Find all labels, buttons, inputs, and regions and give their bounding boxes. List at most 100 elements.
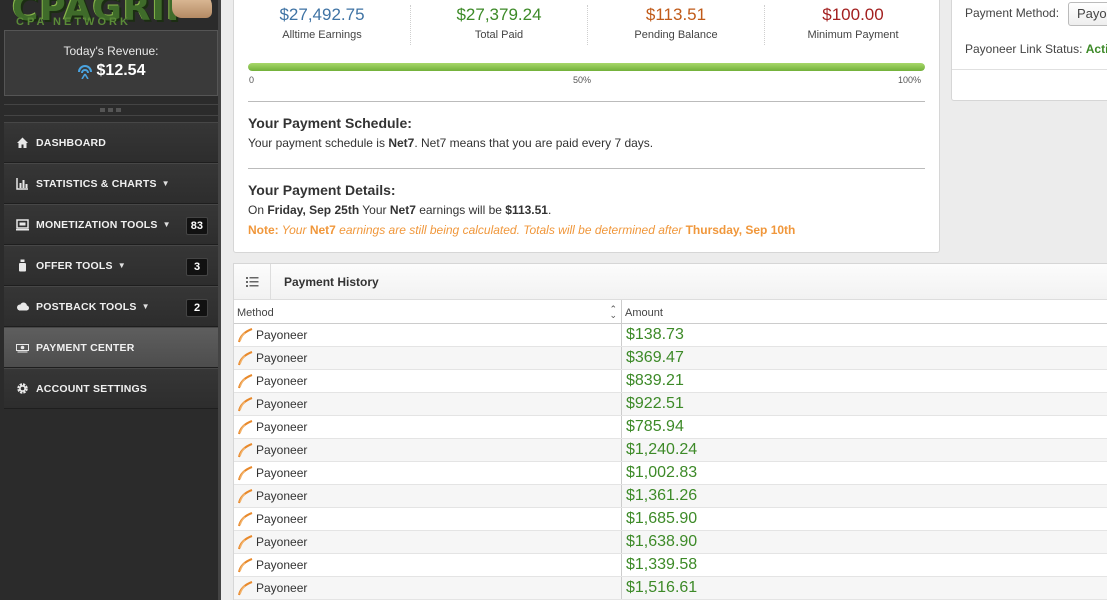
cell-amount: $1,339.58 bbox=[626, 556, 698, 573]
sidebar-resize-handle[interactable] bbox=[4, 104, 218, 116]
caret-down-icon: ▼ bbox=[117, 261, 126, 270]
payoneer-icon bbox=[238, 373, 253, 388]
column-header-method[interactable]: Method ⌃ ⌄ bbox=[234, 300, 622, 323]
table-header: Method ⌃ ⌄ Amount bbox=[234, 300, 1107, 324]
nav-item-statistics[interactable]: STATISTICS & CHARTS ▼ bbox=[4, 163, 218, 204]
table-row[interactable]: Payoneer $1,516.61 bbox=[234, 577, 1107, 600]
cell-method: Payoneer bbox=[234, 577, 622, 599]
cell-amount: $1,361.26 bbox=[626, 487, 698, 504]
logo[interactable]: CPAGRIP CPA NETWORK bbox=[4, 0, 216, 26]
panel-divider bbox=[952, 69, 1107, 70]
nav-item-account-settings[interactable]: ACCOUNT SETTINGS bbox=[4, 368, 218, 409]
table-row[interactable]: Payoneer $369.47 bbox=[234, 347, 1107, 370]
nav-label: POSTBACK TOOLS bbox=[36, 300, 137, 313]
list-icon bbox=[245, 277, 258, 287]
count-badge: 2 bbox=[186, 299, 208, 317]
payoneer-icon bbox=[238, 465, 253, 480]
table-row[interactable]: Payoneer $1,361.26 bbox=[234, 485, 1107, 508]
cell-amount: $138.73 bbox=[626, 326, 684, 343]
cell-method: Payoneer bbox=[234, 531, 622, 553]
nav-item-offer-tools[interactable]: OFFER TOOLS ▼ 3 bbox=[4, 245, 218, 286]
stat-value: $100.00 bbox=[822, 5, 884, 24]
progress-fill bbox=[248, 63, 925, 71]
payment-method-label: Payment Method: bbox=[965, 6, 1060, 20]
table-row[interactable]: Payoneer $1,002.83 bbox=[234, 462, 1107, 485]
method-name: Payoneer bbox=[256, 420, 308, 434]
payoneer-icon bbox=[238, 350, 253, 365]
stat-label: Total Paid bbox=[474, 29, 524, 41]
method-name: Payoneer bbox=[256, 558, 308, 572]
method-name: Payoneer bbox=[256, 374, 308, 388]
table-row[interactable]: Payoneer $1,339.58 bbox=[234, 554, 1107, 577]
nav-label: STATISTICS & CHARTS bbox=[36, 177, 157, 190]
schedule-net: Net7 bbox=[388, 136, 415, 150]
stat-alltime-earnings: $27,492.75 Alltime Earnings bbox=[234, 5, 411, 45]
cell-method: Payoneer bbox=[234, 439, 622, 461]
nav-item-monetization-tools[interactable]: MONETIZATION TOOLS ▼ 83 bbox=[4, 204, 218, 245]
grip-icon bbox=[100, 108, 121, 112]
section-divider bbox=[248, 168, 925, 169]
payment-schedule-title: Your Payment Schedule: bbox=[248, 115, 412, 131]
payoneer-icon bbox=[238, 419, 253, 434]
method-name: Payoneer bbox=[256, 397, 308, 411]
link-status-label: Payoneer Link Status: bbox=[965, 42, 1083, 56]
details-net: Net7 bbox=[389, 203, 416, 217]
table-row[interactable]: Payoneer $1,240.24 bbox=[234, 439, 1107, 462]
cell-amount: $369.47 bbox=[626, 349, 684, 366]
section-divider bbox=[248, 101, 925, 102]
method-name: Payoneer bbox=[256, 466, 308, 480]
nav-item-postback-tools[interactable]: POSTBACK TOOLS ▼ 2 bbox=[4, 286, 218, 327]
sidebar: CPAGRIP CPA NETWORK Today's Revenue: $12… bbox=[0, 0, 221, 600]
logo-hand-icon bbox=[172, 0, 212, 18]
nav-label: OFFER TOOLS bbox=[36, 259, 113, 272]
cell-amount: $839.21 bbox=[626, 372, 684, 389]
caret-down-icon: ▼ bbox=[162, 220, 171, 229]
revenue-box: Today's Revenue: $12.54 bbox=[4, 30, 218, 96]
stat-total-paid: $27,379.24 Total Paid bbox=[411, 5, 588, 45]
table-row[interactable]: Payoneer $1,638.90 bbox=[234, 531, 1107, 554]
gear-icon bbox=[17, 383, 28, 394]
table-row[interactable]: Payoneer $922.51 bbox=[234, 393, 1107, 416]
table-row[interactable]: Payoneer $1,685.90 bbox=[234, 508, 1107, 531]
payoneer-icon bbox=[238, 511, 253, 526]
nav-label: DASHBOARD bbox=[36, 136, 107, 149]
cell-method: Payoneer bbox=[234, 508, 622, 530]
caret-down-icon: ▼ bbox=[161, 179, 170, 188]
stat-value: $27,379.24 bbox=[456, 5, 542, 24]
nav-item-payment-center[interactable]: PAYMENT CENTER bbox=[4, 327, 218, 368]
cell-amount: $1,685.90 bbox=[626, 510, 698, 527]
stat-value: $113.51 bbox=[645, 5, 707, 24]
method-name: Payoneer bbox=[256, 328, 308, 342]
table-row[interactable]: Payoneer $839.21 bbox=[234, 370, 1107, 393]
cell-method: Payoneer bbox=[234, 485, 622, 507]
screen-icon bbox=[16, 219, 29, 231]
nav-item-dashboard[interactable]: DASHBOARD bbox=[4, 122, 218, 163]
progress-label-start: 0 bbox=[249, 75, 255, 85]
progress-label-end: 100% bbox=[898, 75, 922, 85]
cloud-icon bbox=[17, 302, 29, 311]
cell-amount: $785.94 bbox=[626, 418, 684, 435]
cell-amount: $1,240.24 bbox=[626, 441, 698, 458]
nav-label: PAYMENT CENTER bbox=[36, 341, 135, 354]
cell-method: Payoneer bbox=[234, 370, 622, 392]
cell-method: Payoneer bbox=[234, 324, 622, 346]
payoneer-icon bbox=[238, 557, 253, 572]
nav-label: ACCOUNT SETTINGS bbox=[36, 382, 148, 395]
payoneer-icon bbox=[238, 396, 253, 411]
stat-label: Alltime Earnings bbox=[282, 29, 362, 41]
revenue-value: $12.54 bbox=[96, 62, 146, 79]
cell-method: Payoneer bbox=[234, 554, 622, 576]
stat-pending-balance: $113.51 Pending Balance bbox=[588, 5, 765, 45]
column-header-amount[interactable]: Amount bbox=[622, 300, 663, 323]
table-row[interactable]: Payoneer $138.73 bbox=[234, 324, 1107, 347]
payment-method-select[interactable]: Payoneer bbox=[1068, 2, 1107, 26]
details-date: Friday, Sep 25th bbox=[267, 203, 360, 217]
payment-details-text: On Friday, Sep 25th Your Net7 earnings w… bbox=[248, 203, 552, 217]
payoneer-icon bbox=[238, 327, 253, 342]
stat-label: Pending Balance bbox=[634, 29, 718, 41]
stats-row: $27,492.75 Alltime Earnings $27,379.24 T… bbox=[234, 5, 941, 45]
sort-icon[interactable]: ⌃ ⌄ bbox=[609, 305, 617, 320]
cell-amount: $1,002.83 bbox=[626, 464, 698, 481]
link-status-row: Payoneer Link Status: Active bbox=[965, 42, 1107, 56]
table-row[interactable]: Payoneer $785.94 bbox=[234, 416, 1107, 439]
